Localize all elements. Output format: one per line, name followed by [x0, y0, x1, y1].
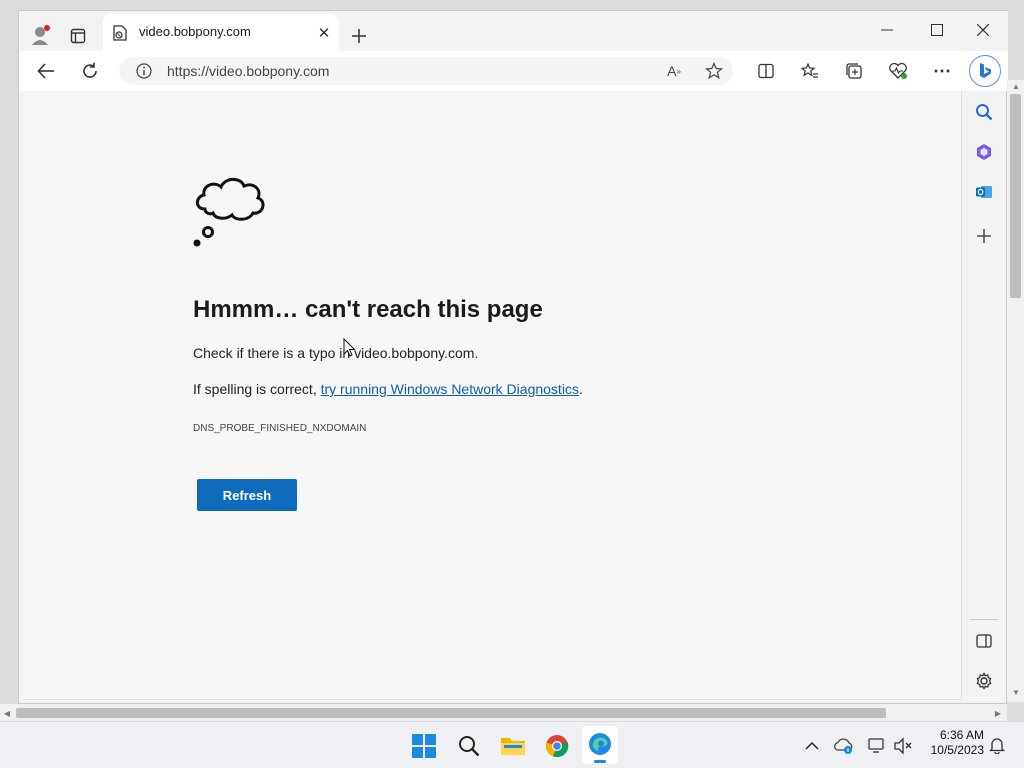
diagnostics-suffix: .: [578, 381, 583, 397]
diagnostics-hint: If spelling is correct, try running Wind…: [193, 381, 583, 397]
notifications-bell-icon[interactable]: [987, 735, 1007, 755]
typo-hint: Check if there is a typo in video.bobpon…: [193, 345, 479, 361]
page-content: Hmmm… can't reach this page Check if the…: [23, 91, 962, 700]
scroll-up-icon[interactable]: ▲: [1011, 82, 1021, 91]
show-hidden-icons-chevron-icon[interactable]: [802, 736, 822, 756]
back-icon[interactable]: [35, 60, 57, 82]
edge-icon: [587, 731, 613, 757]
address-bar[interactable]: https://video.bobpony.com A»: [119, 57, 733, 85]
close-tab-icon[interactable]: ✕: [315, 24, 333, 42]
network-icon[interactable]: [866, 736, 888, 756]
close-window-icon[interactable]: [965, 15, 1001, 45]
mouse-pointer-icon: [343, 337, 357, 358]
sidebar-divider: [970, 619, 998, 620]
scroll-right-icon[interactable]: ▶: [994, 708, 1002, 718]
sidebar-add-icon[interactable]: [973, 225, 995, 247]
sidebar-search-icon[interactable]: [973, 101, 995, 123]
minimize-icon[interactable]: [869, 15, 905, 45]
vertical-scroll-thumb[interactable]: [1010, 94, 1021, 298]
file-explorer-icon[interactable]: [499, 732, 527, 760]
clock-time: 6:36 AM: [939, 728, 984, 742]
tab-strip: video.bobpony.com ✕: [19, 11, 1008, 51]
new-tab-icon[interactable]: [347, 24, 371, 48]
clock-date: 10/5/2023: [930, 743, 984, 757]
taskbar: 6:36 AM 10/5/2023: [0, 721, 1024, 768]
onedrive-icon[interactable]: [833, 736, 855, 756]
horizontal-scroll-thumb[interactable]: [16, 708, 886, 718]
profile-avatar-icon[interactable]: [29, 23, 53, 47]
copilot-icon[interactable]: [969, 55, 1001, 87]
vertical-scrollbar[interactable]: ▲ ▼: [1007, 80, 1024, 702]
error-code: DNS_PROBE_FINISHED_NXDOMAIN: [193, 423, 367, 434]
network-diagnostics-link[interactable]: try running Windows Network Diagnostics: [321, 381, 579, 397]
sidebar-office-icon[interactable]: [973, 141, 995, 163]
more-options-icon[interactable]: ⋯: [931, 60, 953, 82]
refresh-button[interactable]: Refresh: [197, 479, 297, 511]
sidebar-settings-icon[interactable]: [973, 670, 995, 692]
horizontal-scrollbar[interactable]: ◀ ▶: [0, 704, 1007, 721]
read-aloud-icon[interactable]: A»: [663, 61, 685, 81]
site-info-icon[interactable]: [135, 62, 153, 80]
edge-sidebar: [962, 91, 1006, 703]
diagnostics-prefix: If spelling is correct,: [193, 381, 321, 397]
taskbar-search-icon[interactable]: [455, 732, 483, 760]
tab-active[interactable]: video.bobpony.com ✕: [103, 14, 339, 51]
refresh-icon[interactable]: [79, 60, 101, 82]
hide-sidebar-icon[interactable]: [973, 630, 995, 652]
sidebar-outlook-icon[interactable]: [973, 181, 995, 203]
scroll-left-icon[interactable]: ◀: [3, 708, 11, 718]
url-text[interactable]: https://video.bobpony.com: [167, 63, 329, 79]
toolbar: https://video.bobpony.com A» ⋯: [19, 51, 1008, 91]
collections-icon[interactable]: [843, 60, 865, 82]
page-error-icon: [111, 24, 129, 42]
tab-actions-icon[interactable]: [67, 25, 89, 47]
error-heading: Hmmm… can't reach this page: [193, 296, 543, 323]
maximize-icon[interactable]: [919, 15, 955, 45]
active-app-indicator: [594, 760, 606, 763]
edge-taskbar-button[interactable]: [582, 726, 618, 764]
start-windows-icon[interactable]: [410, 732, 438, 760]
favorite-star-icon[interactable]: [703, 61, 725, 81]
browser-window: video.bobpony.com ✕ https://video.bobpon: [18, 10, 1008, 704]
favorites-icon[interactable]: [799, 60, 821, 82]
tab-title: video.bobpony.com: [139, 24, 251, 39]
browser-essentials-icon[interactable]: [887, 60, 909, 82]
split-screen-icon[interactable]: [755, 60, 777, 82]
volume-muted-icon[interactable]: [892, 736, 914, 756]
scroll-down-icon[interactable]: ▼: [1011, 688, 1021, 697]
thought-cloud-icon: [191, 173, 271, 249]
chrome-icon[interactable]: [543, 732, 571, 760]
system-clock[interactable]: 6:36 AM 10/5/2023: [918, 728, 984, 758]
